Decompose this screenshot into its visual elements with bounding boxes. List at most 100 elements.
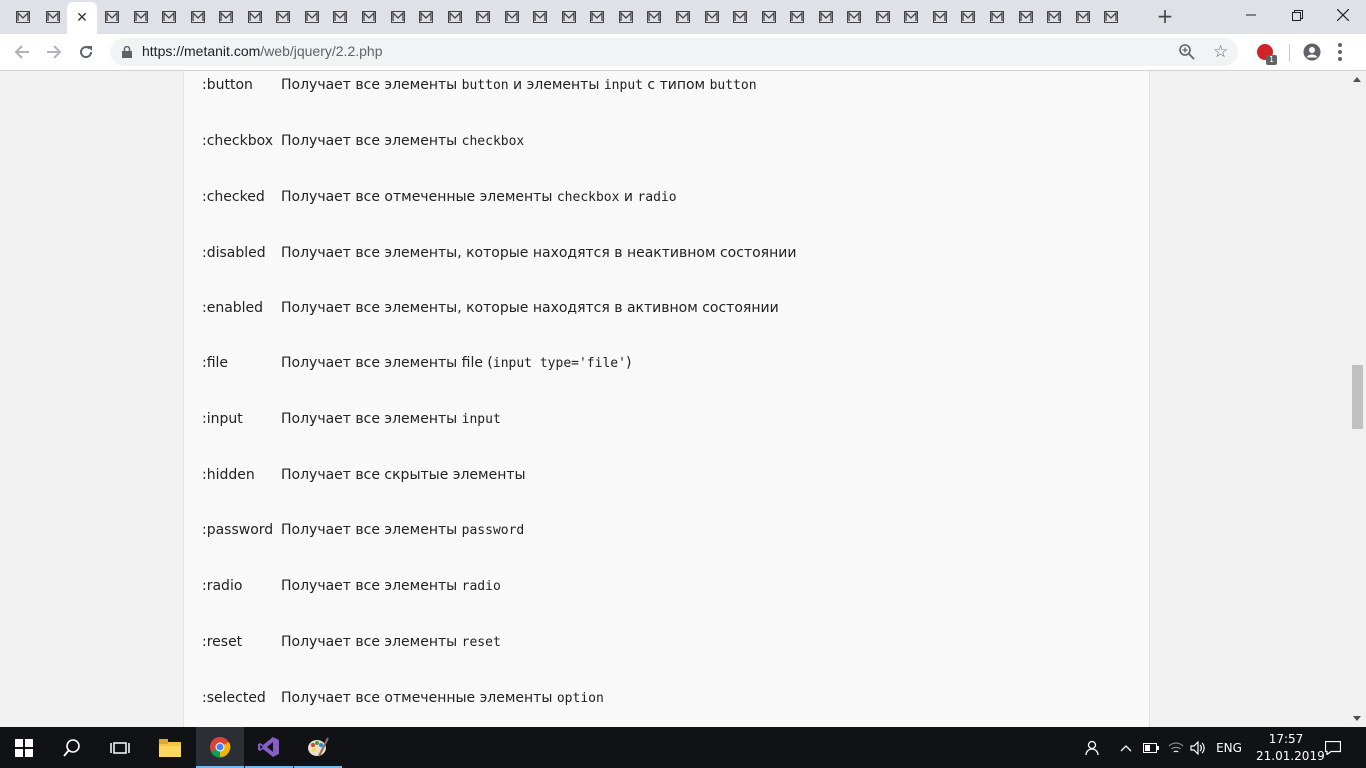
- people-icon: [1085, 740, 1099, 755]
- minimize-icon: [1246, 14, 1256, 16]
- browser-tab[interactable]: [1070, 6, 1096, 28]
- browser-tab[interactable]: [185, 6, 211, 28]
- minimize-button[interactable]: [1228, 0, 1274, 30]
- browser-tab[interactable]: [270, 6, 296, 28]
- scrollbar-thumb[interactable]: [1352, 365, 1363, 429]
- browser-tab[interactable]: [10, 6, 36, 28]
- description-text: Получает все элементы, которые находятся…: [281, 245, 797, 261]
- network-button[interactable]: [1165, 727, 1187, 768]
- chrome-taskbar-button[interactable]: [196, 727, 244, 768]
- browser-tab[interactable]: [470, 6, 496, 28]
- metanit-favicon-icon: [533, 11, 547, 23]
- zoom-icon[interactable]: [1179, 44, 1195, 60]
- browser-tab[interactable]: [584, 6, 610, 28]
- system-clock[interactable]: 17:57 21.01.2019: [1256, 731, 1325, 765]
- url-text[interactable]: https://metanit.com/web/jquery/2.2.php: [142, 43, 382, 59]
- metanit-favicon-icon: [1076, 11, 1090, 23]
- bookmark-star-icon[interactable]: ☆: [1213, 42, 1228, 62]
- browser-tab[interactable]: [356, 6, 382, 28]
- browser-tab[interactable]: [156, 6, 182, 28]
- browser-tab[interactable]: [699, 6, 725, 28]
- show-hidden-icons-button[interactable]: [1116, 727, 1136, 768]
- browser-tab[interactable]: [99, 6, 125, 28]
- address-bar[interactable]: https://metanit.com/web/jquery/2.2.php ☆: [110, 38, 1238, 66]
- metanit-favicon-icon: [961, 11, 975, 23]
- article-content: :button Получает все элементы button и эл…: [183, 71, 1150, 727]
- browser-tab[interactable]: [670, 6, 696, 28]
- browser-tab[interactable]: [385, 6, 411, 28]
- description-text: Получает все отмеченные элементы: [281, 189, 557, 205]
- url-path: /web/jquery/2.2.php: [260, 43, 383, 59]
- file-explorer-button[interactable]: [146, 727, 194, 768]
- browser-tab[interactable]: [1041, 6, 1067, 28]
- browser-tab[interactable]: [327, 6, 353, 28]
- metanit-favicon-icon: [219, 11, 233, 23]
- input-language-button[interactable]: ENG: [1212, 727, 1246, 768]
- browser-tab[interactable]: [1098, 6, 1124, 28]
- menu-dot: [1338, 43, 1342, 47]
- browser-tab[interactable]: [1013, 6, 1039, 28]
- search-icon: [63, 738, 80, 757]
- browser-tab[interactable]: [784, 6, 810, 28]
- scroll-down-arrow[interactable]: [1353, 716, 1361, 721]
- browser-tab[interactable]: [984, 6, 1010, 28]
- browser-tab[interactable]: [955, 6, 981, 28]
- arrow-left-icon: [14, 45, 29, 59]
- forward-button[interactable]: [40, 38, 68, 66]
- close-window-button[interactable]: [1320, 0, 1366, 30]
- profile-icon[interactable]: [1303, 43, 1321, 61]
- scroll-up-arrow[interactable]: [1353, 77, 1361, 82]
- browser-tab[interactable]: [242, 6, 268, 28]
- browser-menu-button[interactable]: [1334, 40, 1346, 64]
- battery-button[interactable]: [1141, 727, 1161, 768]
- task-view-button[interactable]: [96, 727, 144, 768]
- selector-name: :enabled: [202, 300, 264, 316]
- metanit-favicon-icon: [362, 11, 376, 23]
- new-tab-button[interactable]: +: [1153, 4, 1177, 28]
- back-button[interactable]: [8, 38, 36, 66]
- selector-name: :file: [202, 355, 229, 371]
- lock-icon: [122, 46, 132, 58]
- selector-name: :selected: [202, 690, 266, 706]
- browser-tab[interactable]: [727, 6, 753, 28]
- visual-studio-button[interactable]: [245, 727, 293, 768]
- browser-tab[interactable]: [299, 6, 325, 28]
- browser-tab[interactable]: [442, 6, 468, 28]
- task-view-icon: [110, 741, 130, 754]
- selector-description: Получает все элементы button и элементы …: [281, 77, 757, 93]
- restore-button[interactable]: [1274, 0, 1320, 30]
- selector-name: :hidden: [202, 467, 255, 483]
- tab-close-icon[interactable]: ✕: [76, 10, 88, 26]
- code-fragment: checkbox: [556, 190, 620, 205]
- browser-tab[interactable]: [641, 6, 667, 28]
- selector-description: Получает все отмеченные элементы checkbo…: [281, 189, 677, 205]
- browser-tab[interactable]: [841, 6, 867, 28]
- browser-tab[interactable]: [898, 6, 924, 28]
- description-text: Получает все элементы: [281, 411, 462, 427]
- clock-date: 21.01.2019: [1256, 749, 1325, 763]
- metanit-favicon-icon: [391, 11, 405, 23]
- browser-tab[interactable]: [499, 6, 525, 28]
- folder-icon: [159, 738, 181, 757]
- browser-tab[interactable]: [40, 6, 66, 28]
- browser-tab[interactable]: [128, 6, 154, 28]
- browser-tab[interactable]: [613, 6, 639, 28]
- page-scrollbar[interactable]: [1349, 71, 1366, 727]
- search-button[interactable]: [48, 727, 96, 768]
- browser-tab[interactable]: [813, 6, 839, 28]
- browser-tab[interactable]: [870, 6, 896, 28]
- browser-tab[interactable]: [527, 6, 553, 28]
- reload-button[interactable]: [72, 38, 100, 66]
- volume-button[interactable]: [1188, 727, 1208, 768]
- browser-tab[interactable]: [213, 6, 239, 28]
- browser-tab[interactable]: [927, 6, 953, 28]
- paint-button[interactable]: [294, 727, 342, 768]
- metanit-favicon-icon: [105, 11, 119, 23]
- visual-studio-icon: [258, 736, 279, 757]
- browser-tab[interactable]: [413, 6, 439, 28]
- browser-tab[interactable]: ✕: [67, 2, 97, 34]
- start-button[interactable]: [0, 727, 48, 768]
- people-button[interactable]: [1080, 727, 1104, 768]
- browser-tab[interactable]: [756, 6, 782, 28]
- browser-tab[interactable]: [556, 6, 582, 28]
